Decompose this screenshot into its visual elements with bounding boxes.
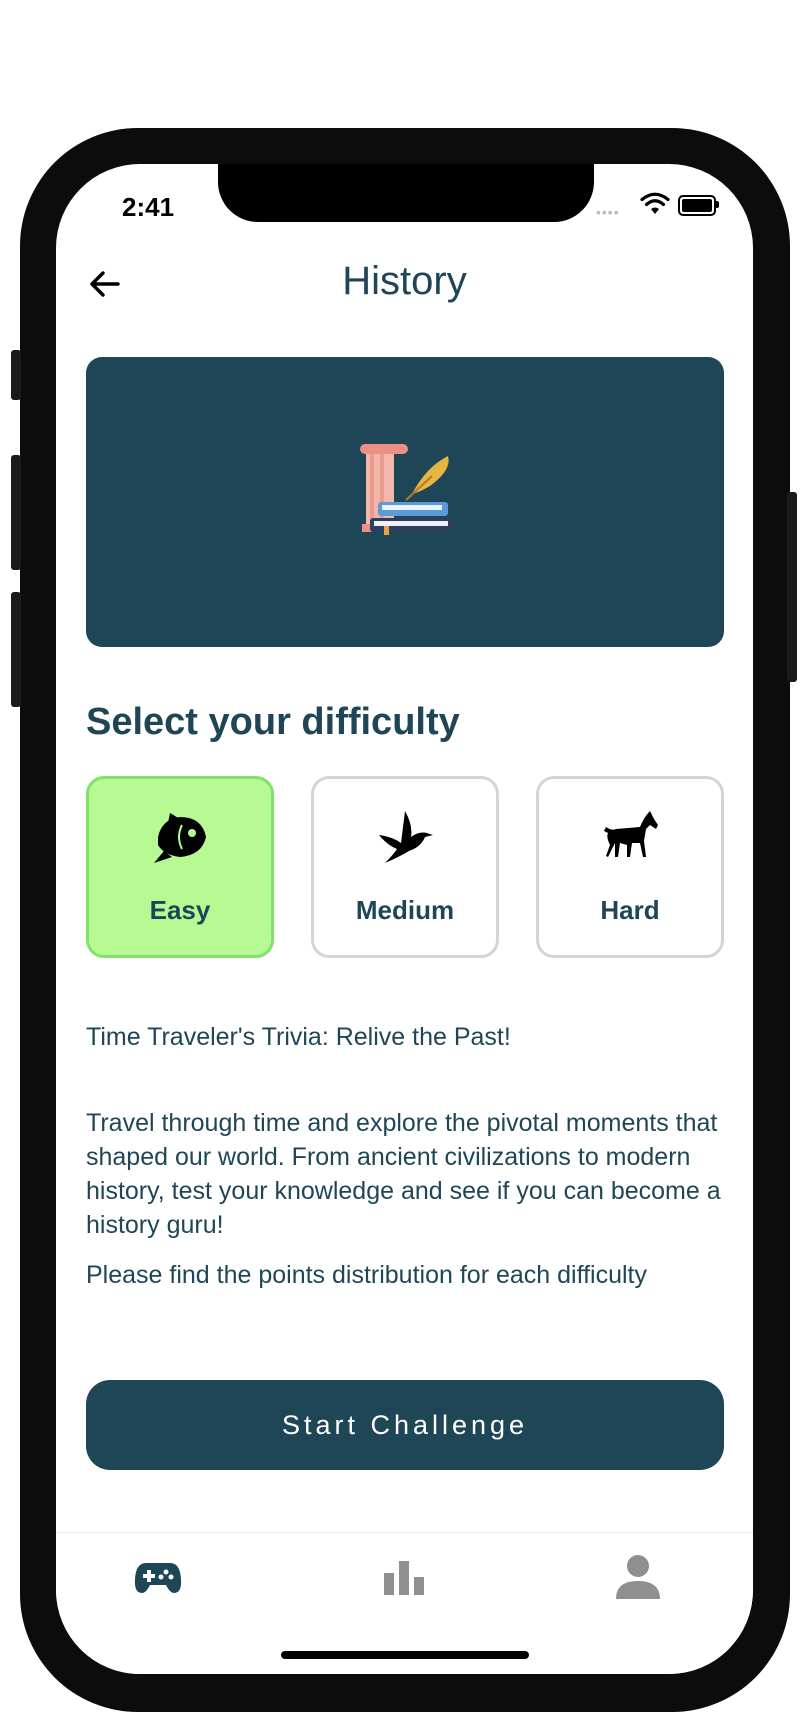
status-time: 2:41 bbox=[122, 192, 175, 222]
tab-leaderboard[interactable] bbox=[374, 1549, 434, 1605]
start-challenge-button[interactable]: Start Challenge bbox=[86, 1380, 724, 1470]
points-distribution-note: Please find the points distribution for … bbox=[86, 1261, 647, 1289]
bar-chart-icon bbox=[384, 1561, 424, 1595]
difficulty-label-hard: Hard bbox=[600, 895, 660, 925]
difficulty-label-easy: Easy bbox=[149, 895, 211, 925]
horse-icon bbox=[604, 811, 658, 857]
volume-up-button bbox=[11, 455, 21, 570]
power-button bbox=[787, 492, 797, 682]
wifi-icon bbox=[640, 192, 670, 214]
page-title: History bbox=[342, 259, 467, 303]
category-description: Travel through time and explore the pivo… bbox=[86, 1109, 721, 1239]
difficulty-card-hard[interactable]: Hard bbox=[536, 776, 724, 958]
signal-icon: •••• bbox=[596, 204, 620, 220]
mute-switch bbox=[11, 350, 21, 400]
volume-down-button bbox=[11, 592, 21, 707]
difficulty-label-medium: Medium bbox=[355, 895, 455, 925]
history-illustration-icon bbox=[360, 444, 452, 535]
category-banner bbox=[86, 357, 724, 647]
home-indicator bbox=[281, 1651, 529, 1659]
difficulty-card-easy[interactable]: Easy bbox=[86, 776, 274, 958]
battery-icon bbox=[678, 195, 716, 216]
category-tagline: Time Traveler's Trivia: Relive the Past! bbox=[86, 1023, 511, 1051]
gamepad-icon bbox=[134, 1563, 182, 1593]
user-icon bbox=[616, 1555, 660, 1599]
notch bbox=[218, 164, 594, 222]
tab-profile[interactable] bbox=[608, 1549, 668, 1605]
fish-icon bbox=[154, 813, 206, 863]
tab-games[interactable] bbox=[128, 1549, 188, 1605]
difficulty-heading: Select your difficulty bbox=[86, 701, 460, 743]
bird-icon bbox=[379, 811, 433, 863]
battery-tip bbox=[716, 201, 719, 208]
app-screen: 2:41 •••• History Select your difficulty bbox=[56, 164, 753, 1674]
difficulty-card-medium[interactable]: Medium bbox=[311, 776, 499, 958]
